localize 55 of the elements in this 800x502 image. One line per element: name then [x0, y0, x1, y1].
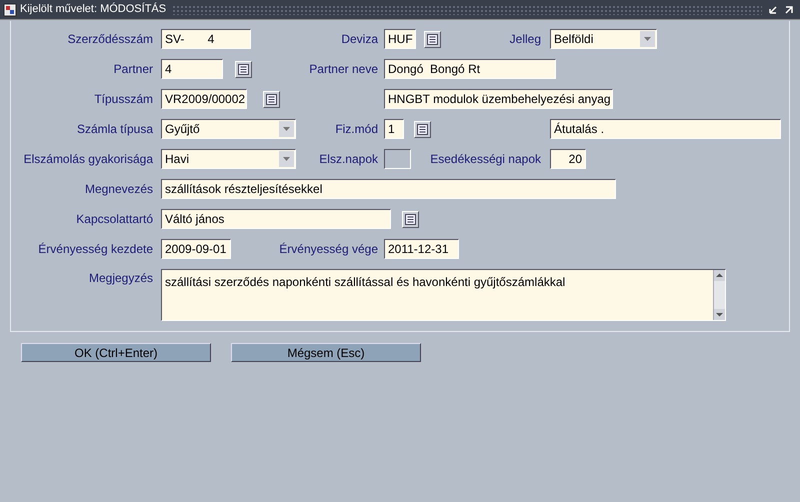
field-label: Deviza [340, 31, 378, 48]
lookup-button[interactable] [263, 90, 280, 108]
list-icon [238, 64, 249, 74]
minimize-icon[interactable] [768, 4, 778, 14]
field-label: Kapcsolattartó [75, 211, 153, 228]
input-field[interactable]: 2011-12-31 [384, 239, 459, 259]
input-field[interactable]: 1 [384, 119, 404, 139]
input-field[interactable]: 20 [550, 149, 586, 169]
input-field[interactable]: HUF [384, 29, 416, 49]
list-icon [427, 34, 438, 44]
maximize-icon[interactable] [784, 4, 794, 14]
caret-icon [644, 37, 651, 41]
field-label: Partner neve [308, 61, 378, 78]
window-title: Kijelölt művelet: MÓDOSÍTÁS [20, 2, 166, 18]
lookup-button[interactable] [402, 210, 419, 228]
lookup-button[interactable] [424, 30, 441, 48]
dropdown[interactable]: Belföldi [550, 29, 657, 49]
field-label: Fiz.mód [334, 121, 378, 138]
lookup-button[interactable] [414, 120, 431, 138]
app-icon [3, 2, 17, 16]
field-label: Elsz.napok [318, 151, 378, 168]
scroll-down-icon[interactable] [714, 309, 725, 320]
scroll-up-icon[interactable] [714, 270, 725, 281]
caret-icon [283, 127, 290, 131]
field-label: Számla típusa [76, 121, 153, 138]
input-field[interactable]: Dongó Bongó Rt [384, 59, 556, 79]
list-icon [417, 124, 428, 134]
field-label: Megnevezés [84, 181, 153, 198]
field-label: Érvényesség kezdete [37, 241, 153, 258]
input-field[interactable]: Váltó jános [161, 209, 391, 229]
text-area[interactable]: szállítási szerződés naponkénti szállítással és havonkénti gyűjtőszámlákkal [161, 269, 726, 321]
dropdown[interactable]: Gyűjtő [161, 119, 296, 139]
input-field[interactable]: SV- 4 [161, 29, 251, 49]
input-field[interactable]: HNGBT modulok üzembehelyezési anyag [384, 89, 613, 109]
list-icon [405, 214, 416, 224]
dropdown[interactable]: Havi [161, 149, 296, 169]
field-label: Esedékességi napok [429, 151, 541, 168]
input-field[interactable]: Átutalás . [550, 119, 781, 139]
field-label: Partner [112, 61, 153, 78]
field-label: Típusszám [93, 91, 153, 108]
field-label: Elszámolás gyakorisága [22, 151, 153, 168]
input-field[interactable]: szállítások részteljesítésekkel [161, 179, 616, 199]
scrollbar[interactable] [713, 270, 725, 320]
caret-icon [283, 157, 290, 161]
input-field[interactable]: VR2009/00002 [161, 89, 247, 109]
field-label: Szerződésszám [66, 31, 153, 48]
field-label: Megjegyzés [88, 270, 153, 287]
action-button[interactable]: Mégsem (Esc) [231, 343, 421, 362]
lookup-button[interactable] [235, 60, 252, 78]
input-field[interactable]: 4 [161, 59, 223, 79]
list-icon [266, 94, 277, 104]
field-label: Érvényesség vége [278, 241, 378, 258]
action-button[interactable]: OK (Ctrl+Enter) [21, 343, 211, 362]
input-field[interactable]: 2009-09-01 [161, 239, 231, 259]
field-label: Jelleg [508, 31, 541, 48]
